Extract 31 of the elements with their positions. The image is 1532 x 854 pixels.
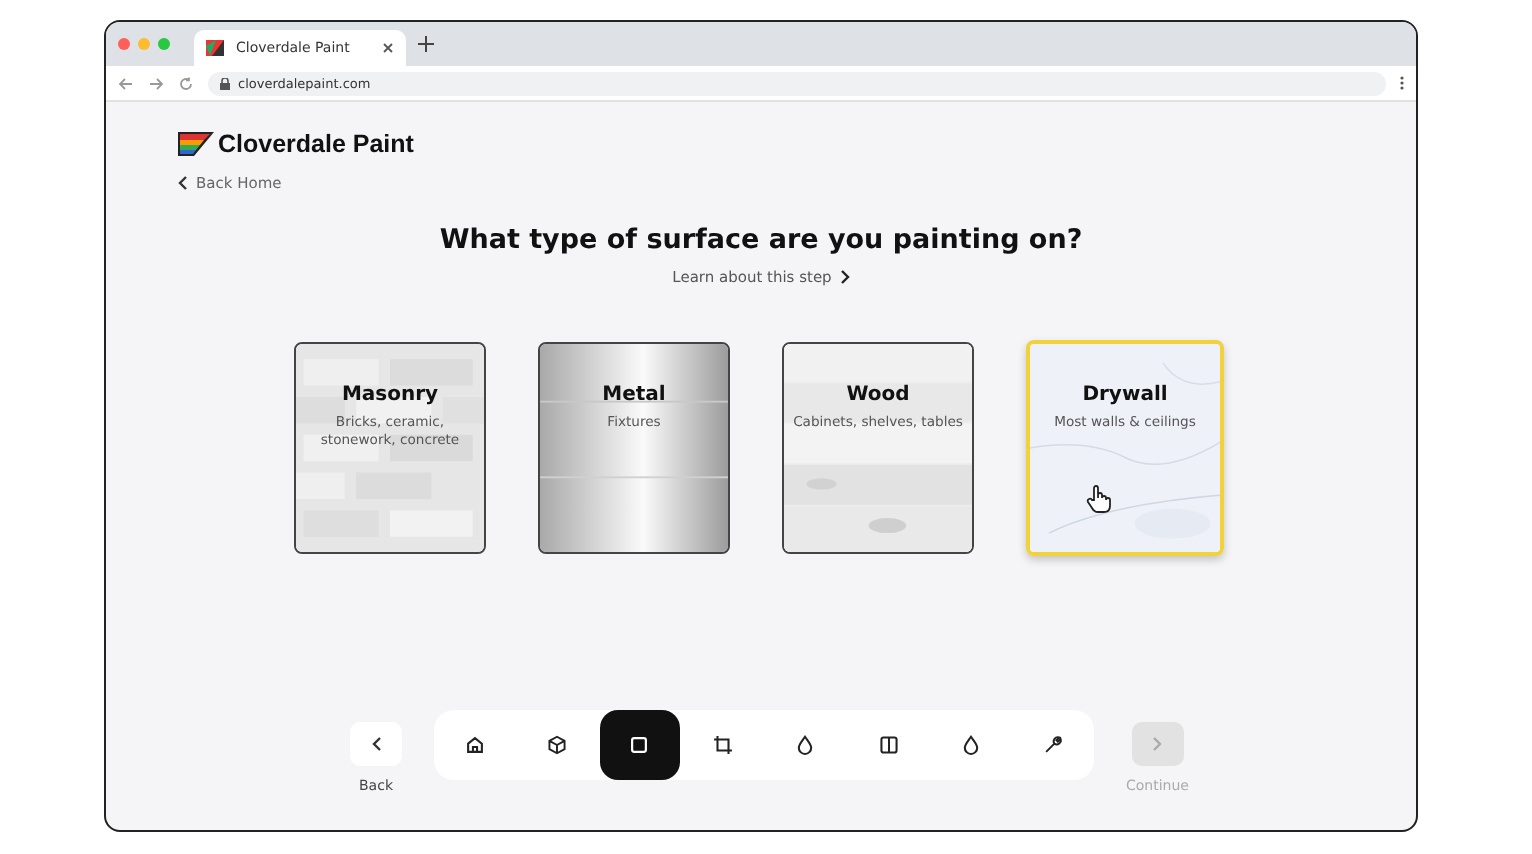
new-tab-icon[interactable] xyxy=(418,36,434,52)
surface-name: Drywall xyxy=(1082,384,1168,406)
close-tab-icon[interactable] xyxy=(382,42,394,54)
cube-icon xyxy=(545,734,568,756)
favicon-icon xyxy=(206,40,224,56)
page-heading: What type of surface are you painting on? xyxy=(437,224,1085,256)
reload-icon[interactable] xyxy=(178,75,194,91)
chevron-left-icon xyxy=(371,736,381,752)
back-arrow-icon[interactable] xyxy=(118,75,134,91)
home-icon xyxy=(463,734,485,756)
chevron-left-icon xyxy=(178,176,188,190)
maximize-window-icon[interactable] xyxy=(158,38,170,50)
forward-arrow-icon[interactable] xyxy=(148,75,164,91)
logo-icon xyxy=(178,132,214,156)
columns-icon xyxy=(877,734,900,756)
back-button[interactable] xyxy=(350,722,402,766)
chevron-right-icon xyxy=(1152,736,1163,752)
surface-name: Masonry xyxy=(341,384,439,406)
step-button[interactable] xyxy=(599,710,680,780)
hand-cursor-icon xyxy=(1086,484,1112,514)
square-icon xyxy=(628,734,651,756)
lock-icon xyxy=(220,77,230,89)
drop-icon xyxy=(794,734,817,756)
close-window-icon[interactable] xyxy=(118,38,130,50)
surface-name: Metal xyxy=(602,384,666,406)
brand-name: Cloverdale Paint xyxy=(218,130,414,158)
crop-icon xyxy=(711,734,734,756)
surface-name: Wood xyxy=(846,384,910,406)
chevron-right-icon xyxy=(839,270,850,284)
wrench-icon xyxy=(1042,734,1065,756)
drop-icon xyxy=(960,734,983,756)
